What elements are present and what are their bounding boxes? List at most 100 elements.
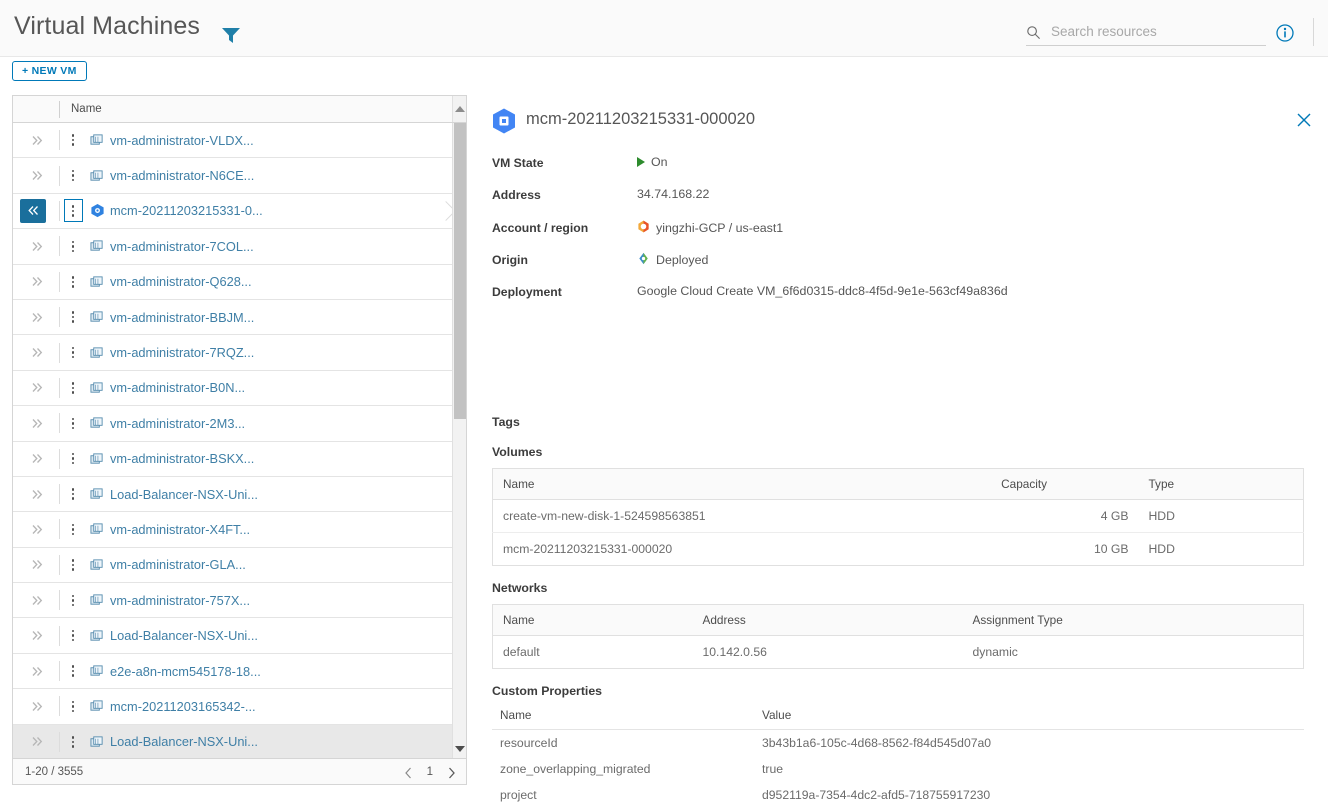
expand-row-button[interactable]: [13, 134, 59, 147]
next-page-button[interactable]: [447, 766, 456, 778]
vm-name-link[interactable]: Load-Balancer-NSX-Uni...: [108, 628, 258, 643]
vm-list-row[interactable]: Load-Balancer-NSX-Uni...: [13, 724, 452, 758]
scrollbar-thumb[interactable]: [454, 123, 466, 419]
expand-row-button[interactable]: [13, 311, 59, 324]
vm-list-row[interactable]: vm-administrator-BBJM...: [13, 299, 452, 336]
detail-field: VM State On: [492, 155, 1304, 187]
vm-list-row[interactable]: vm-administrator-2M3...: [13, 406, 452, 442]
row-actions-menu-button[interactable]: [60, 276, 86, 288]
vm-name-link[interactable]: vm-administrator-2M3...: [108, 416, 245, 431]
vm-list-row[interactable]: vm-administrator-B0N...: [13, 370, 452, 407]
row-actions-menu-button[interactable]: [60, 488, 86, 500]
detail-fields: VM State On Address 34.74.168.22 Account / r…: [492, 155, 1304, 316]
vm-name-link[interactable]: vm-administrator-N6CE...: [108, 168, 254, 183]
vm-stack-icon: [86, 133, 108, 147]
new-vm-button[interactable]: + NEW VM: [12, 61, 87, 81]
detail-field-label: Deployment: [492, 285, 562, 300]
vm-list-row[interactable]: Load-Balancer-NSX-Uni...: [13, 618, 452, 654]
tags-section: Tags: [492, 415, 520, 429]
vm-stack-icon: [86, 416, 108, 430]
row-actions-menu-button[interactable]: [60, 736, 86, 748]
expand-row-button[interactable]: [13, 452, 59, 465]
vm-name-link[interactable]: vm-administrator-7COL...: [108, 239, 254, 254]
volumes-row: create-vm-new-disk-1-524598563851 4 GB HDD: [492, 499, 1304, 533]
expand-row-button[interactable]: [13, 346, 59, 359]
expand-row-button[interactable]: [13, 488, 59, 501]
vm-list-row[interactable]: Load-Balancer-NSX-Uni...: [13, 476, 452, 513]
row-actions-menu-button[interactable]: [60, 311, 86, 323]
row-actions-menu-button[interactable]: [60, 452, 86, 465]
search-input[interactable]: [1051, 23, 1266, 42]
row-actions-menu-button[interactable]: [60, 594, 86, 607]
expand-row-button[interactable]: [13, 594, 59, 607]
expand-row-button[interactable]: [13, 629, 59, 642]
cp-value: d952119a-7354-4dc2-afd5-718755917230: [762, 788, 991, 802]
expand-row-button[interactable]: [13, 417, 59, 430]
vm-name-link[interactable]: vm-administrator-X4FT...: [108, 522, 250, 537]
cp-value: 3b43b1a6-105c-4d68-8562-f84d545d07a0: [762, 736, 992, 750]
column-header-name[interactable]: Name: [71, 103, 102, 115]
list-scrollbar[interactable]: [452, 123, 466, 758]
row-actions-menu-button[interactable]: [60, 134, 86, 146]
vm-name-link[interactable]: vm-administrator-GLA...: [108, 557, 246, 572]
gcp-account-icon: [637, 220, 650, 236]
row-actions-menu-button[interactable]: [60, 665, 86, 677]
row-actions-menu-button[interactable]: [60, 240, 86, 253]
row-actions-menu-button[interactable]: [60, 559, 86, 571]
row-actions-menu-button[interactable]: [60, 629, 86, 642]
vm-list-row[interactable]: e2e-a8n-mcm545178-18...: [13, 653, 452, 690]
deployment-diamond-icon: [637, 252, 650, 268]
row-actions-menu-button[interactable]: [60, 199, 86, 223]
search-box[interactable]: [1026, 20, 1266, 46]
vm-list-row[interactable]: mcm-20211203165342-...: [13, 689, 452, 725]
row-actions-menu-button[interactable]: [60, 346, 86, 359]
scrollbar-up-arrow[interactable]: [452, 96, 466, 122]
vm-list-row[interactable]: vm-administrator-7RQZ...: [13, 335, 452, 371]
expand-row-button[interactable]: [13, 523, 59, 536]
gcp-compute-hexagon-icon: [86, 203, 108, 218]
vm-list-row[interactable]: mcm-20211203215331-0...: [13, 193, 456, 230]
row-actions-menu-button[interactable]: [60, 382, 86, 394]
networks-section: Networks Name Address Assignment Type de…: [492, 581, 1304, 669]
row-actions-menu-button[interactable]: [60, 169, 86, 182]
vm-list-row[interactable]: vm-administrator-7COL...: [13, 229, 452, 265]
vm-name-link[interactable]: vm-administrator-VLDX...: [108, 133, 254, 148]
row-actions-menu-button[interactable]: [60, 700, 86, 713]
collapse-panel-button[interactable]: [13, 198, 59, 223]
vm-name-link[interactable]: vm-administrator-B0N...: [108, 380, 245, 395]
vm-list-row[interactable]: vm-administrator-Q628...: [13, 264, 452, 300]
filter-funnel-icon[interactable]: [220, 25, 242, 45]
vm-name-link[interactable]: vm-administrator-BSKX...: [108, 451, 254, 466]
vm-list-row[interactable]: vm-administrator-BSKX...: [13, 441, 452, 477]
vm-name-link[interactable]: Load-Balancer-NSX-Uni...: [108, 487, 258, 502]
expand-row-button[interactable]: [13, 735, 59, 748]
scrollbar-down-arrow[interactable]: [453, 742, 466, 756]
volume-capacity: 4 GB: [991, 499, 1139, 533]
vm-name-link[interactable]: Load-Balancer-NSX-Uni...: [108, 734, 258, 749]
expand-row-button[interactable]: [13, 275, 59, 288]
vm-list-row[interactable]: vm-administrator-VLDX...: [13, 123, 452, 159]
expand-row-button[interactable]: [13, 169, 59, 182]
row-actions-menu-button[interactable]: [60, 523, 86, 536]
vm-list-row[interactable]: vm-administrator-GLA...: [13, 547, 452, 584]
expand-row-button[interactable]: [13, 700, 59, 713]
close-icon[interactable]: [1296, 112, 1312, 128]
vm-name-link[interactable]: e2e-a8n-mcm545178-18...: [108, 664, 261, 679]
expand-row-button[interactable]: [13, 381, 59, 394]
vm-name-link[interactable]: vm-administrator-757X...: [108, 593, 250, 608]
prev-page-button[interactable]: [404, 766, 413, 778]
vm-name-link[interactable]: mcm-20211203215331-0...: [108, 203, 263, 218]
expand-row-button[interactable]: [13, 558, 59, 571]
expand-row-button[interactable]: [13, 240, 59, 253]
row-actions-menu-button[interactable]: [60, 417, 86, 430]
vm-list-row[interactable]: vm-administrator-757X...: [13, 583, 452, 619]
expand-row-button[interactable]: [13, 665, 59, 678]
vm-name-link[interactable]: vm-administrator-Q628...: [108, 274, 252, 289]
vm-name-link[interactable]: vm-administrator-7RQZ...: [108, 345, 254, 360]
vm-list-row[interactable]: vm-administrator-N6CE...: [13, 158, 452, 194]
vm-name-link[interactable]: mcm-20211203165342-...: [108, 699, 256, 714]
vm-name-link[interactable]: vm-administrator-BBJM...: [108, 310, 254, 325]
current-page[interactable]: 1: [427, 766, 433, 778]
vm-list-row[interactable]: vm-administrator-X4FT...: [13, 512, 452, 548]
info-circle-icon[interactable]: [1276, 24, 1294, 42]
